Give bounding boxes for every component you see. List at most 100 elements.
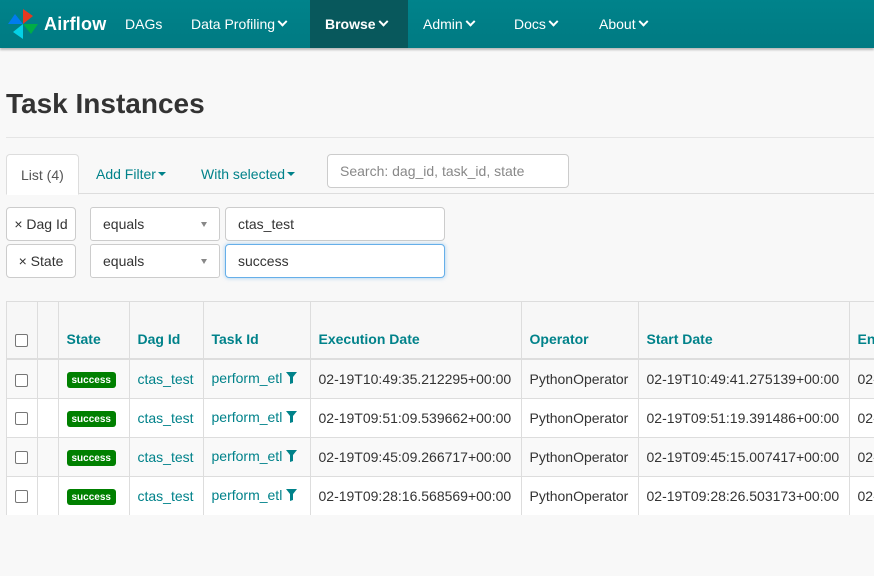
- column-header-state[interactable]: State: [58, 302, 130, 360]
- start-date-cell: 02-19T09:51:19.391486+00:00: [638, 398, 850, 438]
- execution-date-cell: 02-19T10:49:35.212295+00:00: [310, 359, 522, 399]
- row-checkbox[interactable]: [15, 373, 28, 387]
- column-header-execution-date[interactable]: Execution Date: [310, 302, 522, 360]
- task-id-link[interactable]: perform_etl: [212, 409, 283, 425]
- task-id-link[interactable]: perform_etl: [212, 370, 283, 386]
- row-checkbox[interactable]: [15, 490, 28, 504]
- chevron-down-icon: [638, 16, 649, 27]
- column-header-start-date[interactable]: Start Date: [638, 302, 850, 360]
- tab-with-selected-label: With selected: [201, 166, 286, 182]
- start-date-cell: 02-19T09:28:26.503173+00:00: [638, 476, 850, 515]
- top-navbar: Airflow DAGs Data Profiling Browse Admin…: [0, 0, 874, 48]
- nav-about-label: About: [599, 16, 636, 32]
- select-arrow-icon: [201, 221, 207, 227]
- execution-date-cell: 02-19T09:28:16.568569+00:00: [310, 476, 522, 515]
- end-date-cell: 02-: [849, 398, 874, 438]
- chevron-down-icon: [378, 16, 389, 27]
- state-badge: success: [66, 449, 116, 466]
- title-divider: [6, 137, 874, 138]
- row-actions-cell: [37, 476, 59, 515]
- task-id-cell: perform_etl: [203, 437, 311, 477]
- dag-id-link[interactable]: ctas_test: [138, 449, 194, 465]
- select-all-checkbox[interactable]: [15, 333, 28, 347]
- tab-list-label: List (4): [21, 166, 64, 183]
- execution-date-cell: 02-19T09:45:09.266717+00:00: [310, 437, 522, 477]
- nav-about[interactable]: About: [584, 0, 662, 48]
- task-id-link[interactable]: perform_etl: [212, 487, 283, 503]
- chevron-down-icon: [548, 16, 559, 27]
- filter-state-value-input[interactable]: [225, 244, 445, 278]
- column-header-operator[interactable]: Operator: [521, 302, 639, 360]
- remove-filter-state-button[interactable]: × State: [6, 244, 76, 278]
- select-arrow-icon: [201, 258, 207, 264]
- row-actions-cell: [37, 437, 59, 477]
- nav-admin[interactable]: Admin: [408, 0, 499, 48]
- nav-data-profiling-label: Data Profiling: [191, 16, 276, 32]
- state-cell: success: [58, 398, 130, 438]
- caret-down-icon: [157, 172, 166, 176]
- nav-docs[interactable]: Docs: [499, 0, 584, 48]
- nav-data-profiling[interactable]: Data Profiling: [176, 0, 310, 48]
- row-select-cell: [7, 398, 38, 438]
- state-cell: success: [58, 476, 130, 515]
- tab-list[interactable]: List (4): [6, 154, 79, 195]
- state-cell: success: [58, 359, 130, 399]
- airflow-pinwheel-icon: [8, 9, 38, 39]
- row-select-cell: [7, 476, 38, 515]
- state-badge: success: [66, 371, 116, 388]
- row-actions-cell: [37, 398, 59, 438]
- task-id-cell: perform_etl: [203, 398, 311, 438]
- start-date-cell: 02-19T10:49:41.275139+00:00: [638, 359, 850, 399]
- execution-date-cell: 02-19T09:51:09.539662+00:00: [310, 398, 522, 438]
- remove-filter-dag-id-button[interactable]: × Dag Id: [6, 207, 76, 241]
- select-all-cell: [7, 302, 38, 360]
- table-row: success ctas_test perform_etl 02-19T10:49:3…: [7, 359, 874, 399]
- chevron-down-icon: [465, 16, 476, 27]
- filter-operator-value: equals: [103, 253, 145, 269]
- column-header-task-id[interactable]: Task Id: [203, 302, 311, 360]
- filter-dag-id-operator-select[interactable]: equals: [90, 207, 220, 241]
- chevron-down-icon: [277, 16, 288, 27]
- search-input[interactable]: [327, 154, 569, 188]
- funnel-icon[interactable]: [286, 410, 298, 426]
- state-badge: success: [66, 410, 116, 427]
- nav-browse-label: Browse: [325, 16, 376, 32]
- funnel-icon[interactable]: [286, 449, 298, 465]
- tab-with-selected[interactable]: With selected: [201, 154, 296, 194]
- row-actions-cell: [37, 359, 59, 399]
- page-title: Task Instances: [6, 88, 205, 119]
- state-cell: success: [58, 437, 130, 477]
- filter-state-operator-select[interactable]: equals: [90, 244, 220, 278]
- row-checkbox[interactable]: [15, 412, 28, 426]
- operator-cell: PythonOperator: [521, 476, 639, 515]
- dag-id-link[interactable]: ctas_test: [138, 410, 194, 426]
- nav-browse[interactable]: Browse: [310, 0, 408, 48]
- brand-link[interactable]: Airflow: [0, 0, 110, 48]
- dag-id-cell: ctas_test: [129, 398, 204, 438]
- nav-dags[interactable]: DAGs: [110, 0, 176, 48]
- tab-add-filter[interactable]: Add Filter: [96, 154, 166, 194]
- row-select-cell: [7, 359, 38, 399]
- row-checkbox[interactable]: [15, 451, 28, 465]
- table-row: success ctas_test perform_etl 02-19T09:51:0…: [7, 398, 874, 438]
- caret-down-icon: [287, 172, 296, 176]
- column-header-dag-id[interactable]: Dag Id: [129, 302, 204, 360]
- dag-id-link[interactable]: ctas_test: [138, 371, 194, 387]
- state-badge: success: [66, 488, 116, 505]
- funnel-icon[interactable]: [286, 488, 298, 504]
- nav-docs-label: Docs: [514, 16, 546, 32]
- table-row: success ctas_test perform_etl 02-19T09:45:0…: [7, 437, 874, 477]
- column-header-end-date[interactable]: En: [849, 302, 874, 360]
- dag-id-cell: ctas_test: [129, 359, 204, 399]
- tab-add-filter-label: Add Filter: [96, 166, 156, 182]
- task-instances-table: State Dag Id Task Id Execution Date Oper…: [6, 301, 874, 515]
- dag-id-link[interactable]: ctas_test: [138, 488, 194, 504]
- filter-dag-id-value-input[interactable]: [225, 207, 445, 241]
- end-date-cell: 02-: [849, 476, 874, 515]
- task-id-link[interactable]: perform_etl: [212, 448, 283, 464]
- funnel-icon[interactable]: [286, 371, 298, 387]
- filter-operator-value: equals: [103, 216, 145, 232]
- remove-filter-label: × Dag Id: [14, 216, 68, 232]
- operator-cell: PythonOperator: [521, 398, 639, 438]
- end-date-cell: 02-: [849, 359, 874, 399]
